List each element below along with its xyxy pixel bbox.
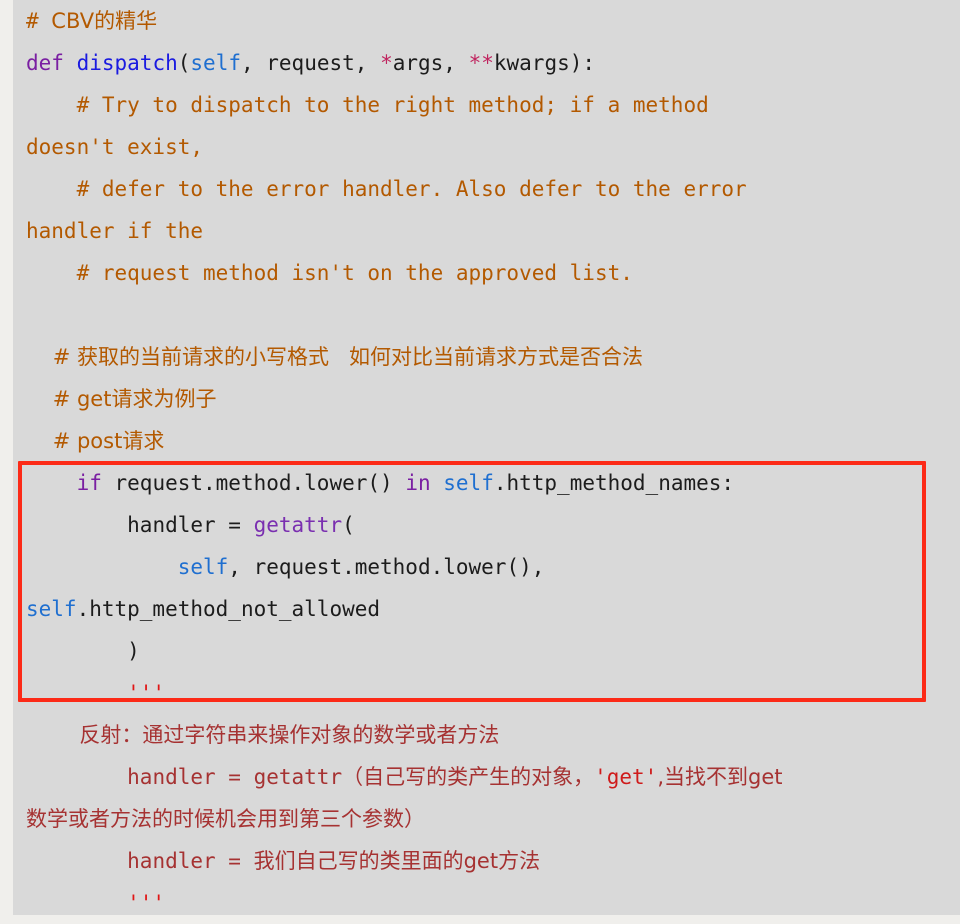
double-star-operator: ** [468,51,494,75]
params: , request, [240,51,381,75]
code-line-6: handler if the [26,219,204,243]
code-line-2: def dispatch(self, request, *args, **kwa… [13,42,960,84]
doc-code: handler = [127,849,254,873]
code-line-5: # defer to the error handler. Also defer… [26,177,747,201]
attribute: .http_method_not_allowed [76,597,381,621]
expression: request.method.lower() [101,471,406,495]
builtin-getattr: getattr [253,513,343,537]
self-token: self [190,51,241,75]
paren-open: ( [342,513,355,537]
paren-open: ( [177,51,191,75]
code-line-17: ''' [26,681,166,705]
self-token: self [443,471,494,495]
comment-text: CBV的精华 [51,9,158,33]
doc-cn-tail: ,当找不到get [657,765,783,789]
doc-cn-open: （自己写的类产生的对象， [342,765,595,789]
keyword-in: in [405,471,431,495]
code-line-21: handler = 我们自己写的类里面的get方法 [13,840,960,882]
code-line-13: handler = getattr( [13,504,960,546]
keyword-def: def [26,51,64,75]
self-token: self [177,555,229,579]
doc-string-literal: 'get' [594,765,658,789]
star-operator: * [380,51,393,75]
code-line-3: # Try to dispatch to the right method; i… [26,93,709,117]
code-line-8-blank [13,294,960,336]
args-param: args, [392,51,469,75]
code-line-4: doesn't exist, [26,135,204,159]
code-line-16: ) [26,639,140,663]
code-line-9: # 获取的当前请求的小写格式 如何对比当前请求方式是否合法 [26,345,643,369]
function-name: dispatch [76,51,178,75]
self-token: self [26,597,77,621]
code-line-18: 反射：通过字符串来操作对象的数学或者方法 [26,723,500,747]
code-line-11: # post请求 [26,429,165,453]
code-line-7: # request method isn't on the approved l… [26,261,633,285]
code-line-12: if request.method.lower() in self.http_m… [13,462,960,504]
keyword-if: if [76,471,102,495]
kwargs-param: kwargs): [493,51,596,75]
code-line-15: self.http_method_not_allowed [13,588,960,630]
attribute: .http_method_names: [493,471,735,495]
code-line-19: handler = getattr（自己写的类产生的对象，'get',当找不到g… [13,756,960,798]
doc-code: handler = getattr [127,765,343,789]
code-line-10: # get请求为例子 [26,387,217,411]
code-viewer: # CBV的精华 def dispatch(self, request, *ar… [0,0,960,915]
assignment: handler = [127,513,254,537]
comment-hash: # [26,9,52,33]
code-line-20: 数学或者方法的时候机会用到第三个参数） [26,807,425,831]
code-surface: # CBV的精华 def dispatch(self, request, *ar… [13,0,960,915]
code-line-14: self, request.method.lower(), [13,546,960,588]
code-line-1: # CBV的精华 [13,0,960,42]
arguments: , request.method.lower(), [228,555,545,579]
doc-cn: 我们自己写的类里面的get方法 [253,849,541,873]
code-line-22: ''' [26,891,166,915]
